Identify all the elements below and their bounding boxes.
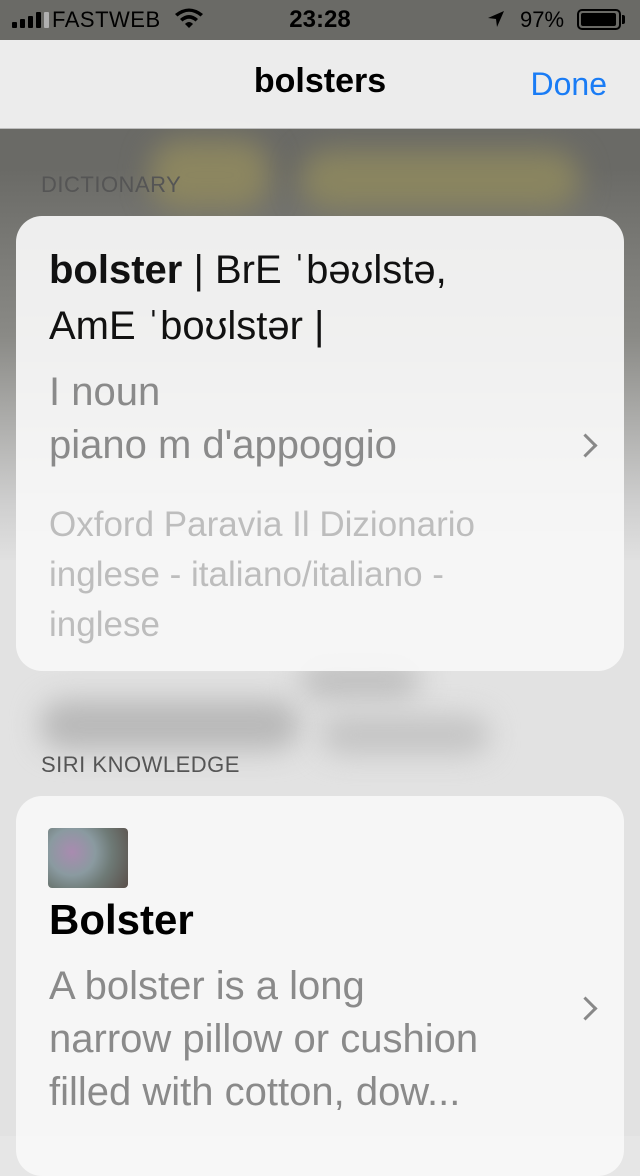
chevron-right-icon	[573, 433, 598, 458]
headword-term: bolster	[49, 248, 183, 292]
translation: piano m d'appoggio	[49, 423, 397, 467]
pronunciation-bre: | BrE ˈbəʊlstə,	[193, 248, 447, 292]
section-header-siri-knowledge: SIRI KNOWLEDGE	[41, 752, 240, 777]
done-button[interactable]: Done	[531, 66, 608, 103]
location-arrow-icon	[488, 11, 504, 27]
dictionary-source: Oxford Paravia Il Dizionario inglese - i…	[49, 500, 589, 650]
dictionary-headword: bolster | BrE ˈbəʊlstə, AmE ˈboʊlstər |	[49, 242, 589, 354]
siri-result-snippet: A bolster is a long narrow pillow or cus…	[49, 960, 569, 1119]
dictionary-card[interactable]: bolster | BrE ˈbəʊlstə, AmE ˈboʊlstər | …	[16, 216, 624, 671]
source-line: inglese - italiano/italiano -	[49, 555, 444, 594]
siri-knowledge-card[interactable]: Bolster A bolster is a long narrow pillo…	[16, 796, 624, 1176]
siri-result-title: Bolster	[49, 896, 194, 943]
section-header-dictionary: DICTIONARY	[41, 172, 182, 197]
source-line: inglese	[49, 605, 160, 644]
source-line: Oxford Paravia Il Dizionario	[49, 505, 475, 544]
battery-percentage: 97%	[520, 7, 565, 32]
pronunciation-ame: AmE ˈboʊlstər |	[49, 304, 325, 348]
snippet-line: narrow pillow or cushion	[49, 1017, 479, 1061]
part-of-speech: I noun	[49, 370, 161, 414]
battery-cap	[622, 15, 625, 24]
status-bar: FASTWEB 23:28 97%	[0, 0, 640, 40]
navigation-bar: bolsters Done	[0, 40, 640, 129]
chevron-right-icon	[573, 996, 598, 1021]
bolster-thumbnail-image	[48, 828, 128, 888]
dictionary-definition: I noun piano m d'appoggio	[49, 366, 569, 472]
battery-icon	[577, 9, 621, 30]
snippet-line: filled with cotton, dow...	[49, 1070, 461, 1114]
snippet-line: A bolster is a long	[49, 964, 365, 1008]
